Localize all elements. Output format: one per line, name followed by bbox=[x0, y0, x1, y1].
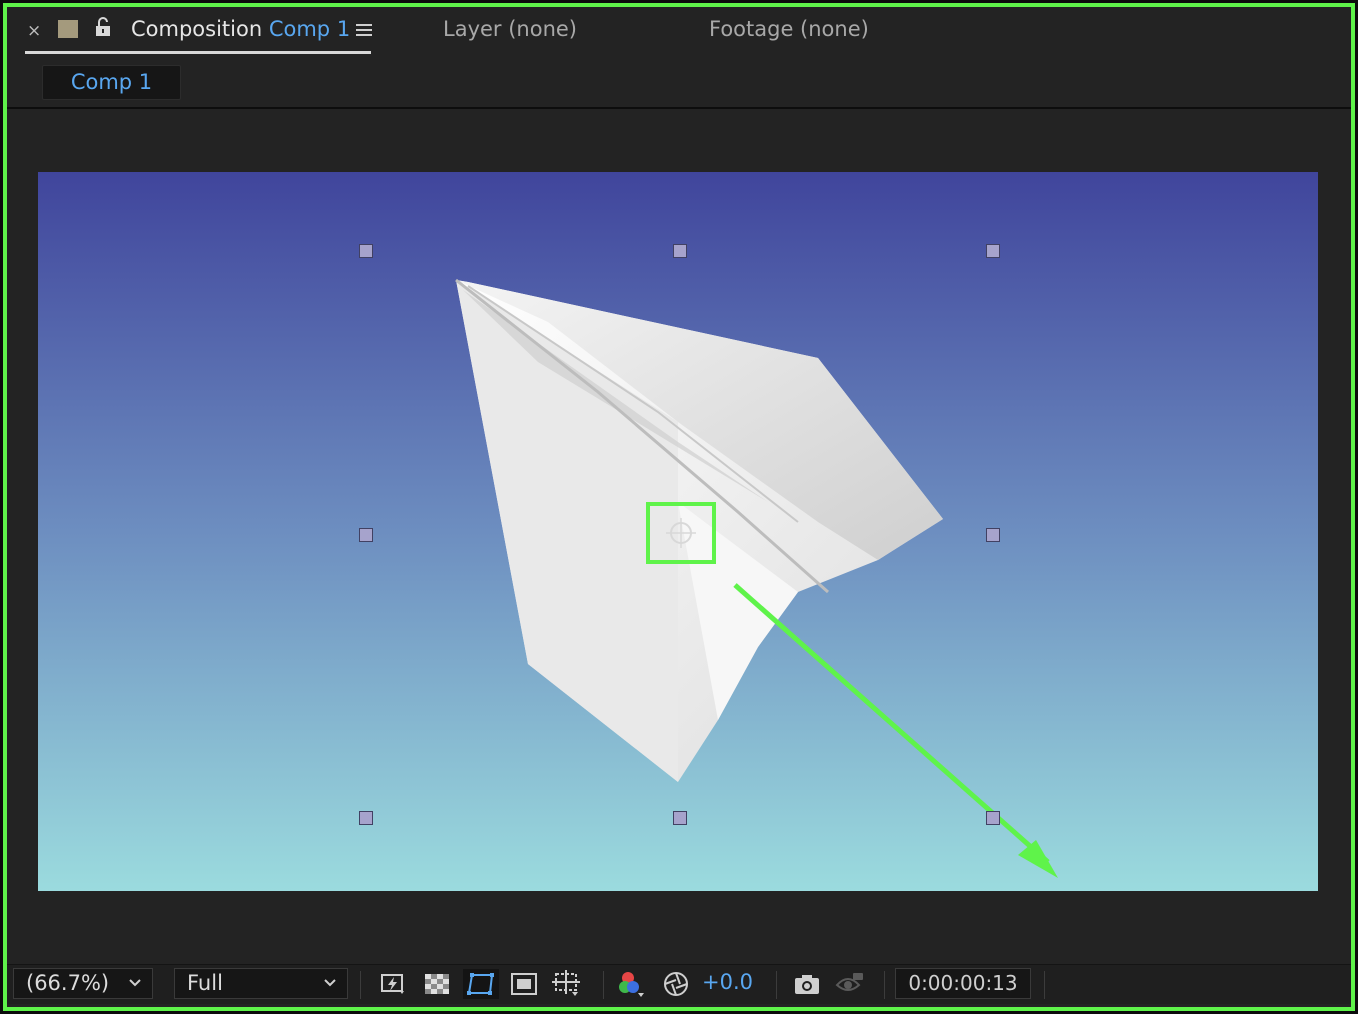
lock-icon[interactable] bbox=[94, 17, 112, 41]
toggle-guides-icon[interactable] bbox=[552, 969, 582, 999]
separator bbox=[884, 971, 885, 999]
transform-handle-top-right[interactable] bbox=[986, 244, 1000, 258]
transform-handle-bottom-center[interactable] bbox=[673, 811, 687, 825]
tab-composition-label: Composition bbox=[131, 17, 263, 41]
magnification-value: (66.7%) bbox=[26, 971, 110, 995]
close-icon[interactable]: × bbox=[27, 21, 41, 41]
transform-handle-bottom-left[interactable] bbox=[359, 811, 373, 825]
transform-handle-middle-right[interactable] bbox=[986, 528, 1000, 542]
divider bbox=[7, 107, 1351, 109]
active-tab-indicator bbox=[25, 51, 371, 54]
chevron-down-icon bbox=[323, 969, 337, 1009]
transparency-grid-icon[interactable] bbox=[422, 969, 452, 999]
separator bbox=[360, 971, 361, 999]
transform-handle-top-center[interactable] bbox=[673, 244, 687, 258]
show-snapshot-icon[interactable] bbox=[835, 969, 865, 999]
channel-icon[interactable] bbox=[617, 969, 647, 999]
composition-viewer[interactable] bbox=[38, 172, 1318, 891]
resolution-dropdown[interactable]: Full bbox=[174, 968, 348, 999]
panel-tab-bar: × Composition Comp 1 Layer (none) Footag… bbox=[7, 7, 1351, 63]
tab-composition[interactable]: Composition Comp 1 bbox=[131, 17, 350, 41]
separator bbox=[603, 971, 604, 999]
mask-path-visibility-icon[interactable] bbox=[463, 969, 499, 999]
resolution-value: Full bbox=[187, 971, 223, 995]
comp-navigator-tab[interactable]: Comp 1 bbox=[42, 65, 181, 100]
transform-handle-bottom-right[interactable] bbox=[986, 811, 1000, 825]
transform-handle-middle-left[interactable] bbox=[359, 528, 373, 542]
viewer-bottom-toolbar: (66.7%) Full +0.0 0:00:00:13 bbox=[7, 964, 1351, 1004]
current-time-display[interactable]: 0:00:00:13 bbox=[895, 968, 1031, 999]
label-swatch-icon[interactable] bbox=[58, 20, 78, 38]
panel-menu-icon[interactable] bbox=[355, 19, 373, 43]
tab-layer[interactable]: Layer (none) bbox=[443, 17, 577, 41]
transform-handle-top-left[interactable] bbox=[359, 244, 373, 258]
snapshot-camera-icon[interactable] bbox=[792, 969, 822, 999]
tab-composition-name: Comp 1 bbox=[268, 17, 351, 41]
paper-airplane-layer[interactable] bbox=[38, 172, 1318, 891]
region-of-interest-icon[interactable] bbox=[509, 969, 539, 999]
chevron-down-icon bbox=[128, 969, 142, 1009]
separator bbox=[776, 971, 777, 999]
exposure-value[interactable]: +0.0 bbox=[702, 970, 753, 994]
magnification-dropdown[interactable]: (66.7%) bbox=[13, 968, 153, 999]
tab-footage[interactable]: Footage (none) bbox=[709, 17, 869, 41]
composition-panel: × Composition Comp 1 Layer (none) Footag… bbox=[3, 3, 1355, 1011]
fast-previews-icon[interactable] bbox=[378, 969, 408, 999]
separator bbox=[1044, 971, 1045, 999]
exposure-icon[interactable] bbox=[661, 969, 691, 999]
